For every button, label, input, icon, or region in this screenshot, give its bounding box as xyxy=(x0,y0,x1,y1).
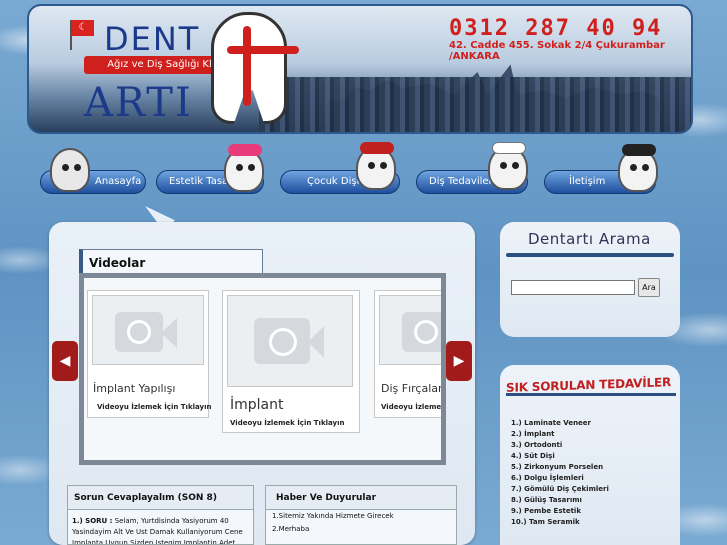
site-header: ☾ DENT Ağız ve Diş Sağlığı Kliniği ARTI … xyxy=(27,4,693,134)
video-title[interactable]: Diş Fırçalan xyxy=(381,382,441,395)
turkish-flag-icon: ☾ xyxy=(72,20,94,36)
camera-lens-shape xyxy=(308,326,324,358)
video-title[interactable]: İmplant Yapılışı xyxy=(93,382,175,395)
clock-lens xyxy=(127,320,151,344)
carousel-prev-arrow-icon[interactable]: ◀ xyxy=(52,341,78,381)
flower-crown xyxy=(228,144,262,156)
treatment-link[interactable]: 9.) Pembe Estetik xyxy=(511,506,609,517)
mascot-eye xyxy=(248,164,255,171)
video-title[interactable]: İmplant xyxy=(230,397,283,413)
header-address: 42. Cadde 455. Sokak 2/4 Çukurambar /ANK… xyxy=(449,40,665,62)
video-card[interactable]: İmplant Yapılışı Videoyu İzlemek İçin Tı… xyxy=(87,290,211,418)
city-buildings xyxy=(259,77,691,132)
mascot-red-cap-icon xyxy=(356,142,396,190)
treatment-link[interactable]: 8.) Gülüş Tasarımı xyxy=(511,495,609,506)
mascot-eye xyxy=(500,162,507,169)
news-title[interactable]: Haber Ve Duyurular xyxy=(266,486,456,510)
question-label: 1.) SORU : xyxy=(72,517,113,525)
clock-lens xyxy=(269,328,297,356)
mascot-graduate-icon xyxy=(618,144,658,192)
video-camera-icon xyxy=(115,312,177,352)
video-thumbnail[interactable] xyxy=(379,295,441,365)
treatment-link[interactable]: 7.) Gömülü Diş Çekimleri xyxy=(511,484,609,495)
mascot-eye xyxy=(380,162,387,169)
main-nav: Anasayfa Estetik Tasarım Çocuk Dişi Diş … xyxy=(0,140,727,205)
treatment-link[interactable]: 3.) Ortodonti xyxy=(511,440,609,451)
mascot-chef-icon xyxy=(488,142,528,190)
videos-tab-title[interactable]: Videolar xyxy=(79,249,263,275)
mascot-eye xyxy=(236,164,243,171)
treatment-link[interactable]: 5.) Zirkonyum Porselen xyxy=(511,462,609,473)
video-watch-link[interactable]: Videoyu İzlemek İçin Tıklayın xyxy=(97,403,211,411)
treatment-link[interactable]: 4.) Süt Dişi xyxy=(511,451,609,462)
questions-box: Sorun Cevaplayalım (SON 8) 1.) SORU : Se… xyxy=(67,485,254,545)
mascot-eye xyxy=(74,164,81,171)
search-title-underline xyxy=(506,253,674,257)
video-carousel: İmplant Yapılışı Videoyu İzlemek İçin Tı… xyxy=(79,273,446,465)
treatments-list: 1.) Laminate Veneer 2.) İmplant 3.) Orto… xyxy=(511,418,609,528)
mascot-eye xyxy=(642,164,649,171)
clock-lens xyxy=(414,320,438,344)
mascot-eye xyxy=(512,162,519,169)
video-watch-link[interactable]: Videoyu İzlemek xyxy=(381,403,441,411)
questions-title[interactable]: Sorun Cevaplayalım (SON 8) xyxy=(68,486,253,510)
mascot-flowers-icon xyxy=(224,144,264,192)
news-item[interactable]: 2.Merhaba xyxy=(266,523,456,536)
logo-text-dent[interactable]: DENT xyxy=(104,20,200,58)
logo-plus-vertical xyxy=(243,26,251,106)
video-watch-link[interactable]: Videoyu İzlemek İçin Tıklayın xyxy=(230,419,344,427)
news-box: Haber Ve Duyurular 1.Sitemiz Yakında Hiz… xyxy=(265,485,457,545)
treatment-link[interactable]: 10.) Tam Seramik xyxy=(511,517,609,528)
news-item[interactable]: 1.Sitemiz Yakında Hizmete Girecek xyxy=(266,510,456,523)
search-input[interactable] xyxy=(511,280,635,295)
logo-text-arti[interactable]: ARTI xyxy=(84,80,193,126)
red-cap xyxy=(360,142,394,154)
nav-label: İletişim xyxy=(569,176,606,187)
video-camera-icon xyxy=(254,318,324,364)
nav-label: Çocuk Dişi xyxy=(307,176,360,187)
video-card[interactable]: Diş Fırçalan Videoyu İzlemek xyxy=(374,290,441,418)
chef-hat xyxy=(492,142,526,154)
mascot-eye xyxy=(62,164,69,171)
treatment-link[interactable]: 6.) Dolgu İşlemleri xyxy=(511,473,609,484)
question-item[interactable]: 1.) SORU : Selam, Yurtdisinda Yasiyorum … xyxy=(68,510,253,544)
camera-lens-shape xyxy=(161,318,177,348)
video-thumbnail[interactable] xyxy=(227,295,353,387)
nav-label: Diş Tedavileri xyxy=(429,176,496,187)
video-camera-icon xyxy=(402,312,441,352)
video-card[interactable]: İmplant Videoyu İzlemek İçin Tıklayın xyxy=(222,290,360,433)
video-thumbnail[interactable] xyxy=(92,295,204,365)
mascot-sofa-icon xyxy=(50,148,90,192)
treatments-underline xyxy=(506,393,676,396)
grad-cap xyxy=(622,144,656,156)
logo-plus-horizontal xyxy=(227,46,299,54)
treatment-link[interactable]: 2.) İmplant xyxy=(511,429,609,440)
header-phone: 0312 287 40 94 xyxy=(449,16,663,41)
mascot-eye xyxy=(368,162,375,169)
search-title: Dentartı Arama xyxy=(528,230,651,248)
carousel-next-arrow-icon[interactable]: ▶ xyxy=(446,341,472,381)
nav-label: Anasayfa xyxy=(95,176,142,187)
treatment-link[interactable]: 1.) Laminate Veneer xyxy=(511,418,609,429)
search-button[interactable]: Ara xyxy=(638,278,660,297)
mascot-eye xyxy=(630,164,637,171)
